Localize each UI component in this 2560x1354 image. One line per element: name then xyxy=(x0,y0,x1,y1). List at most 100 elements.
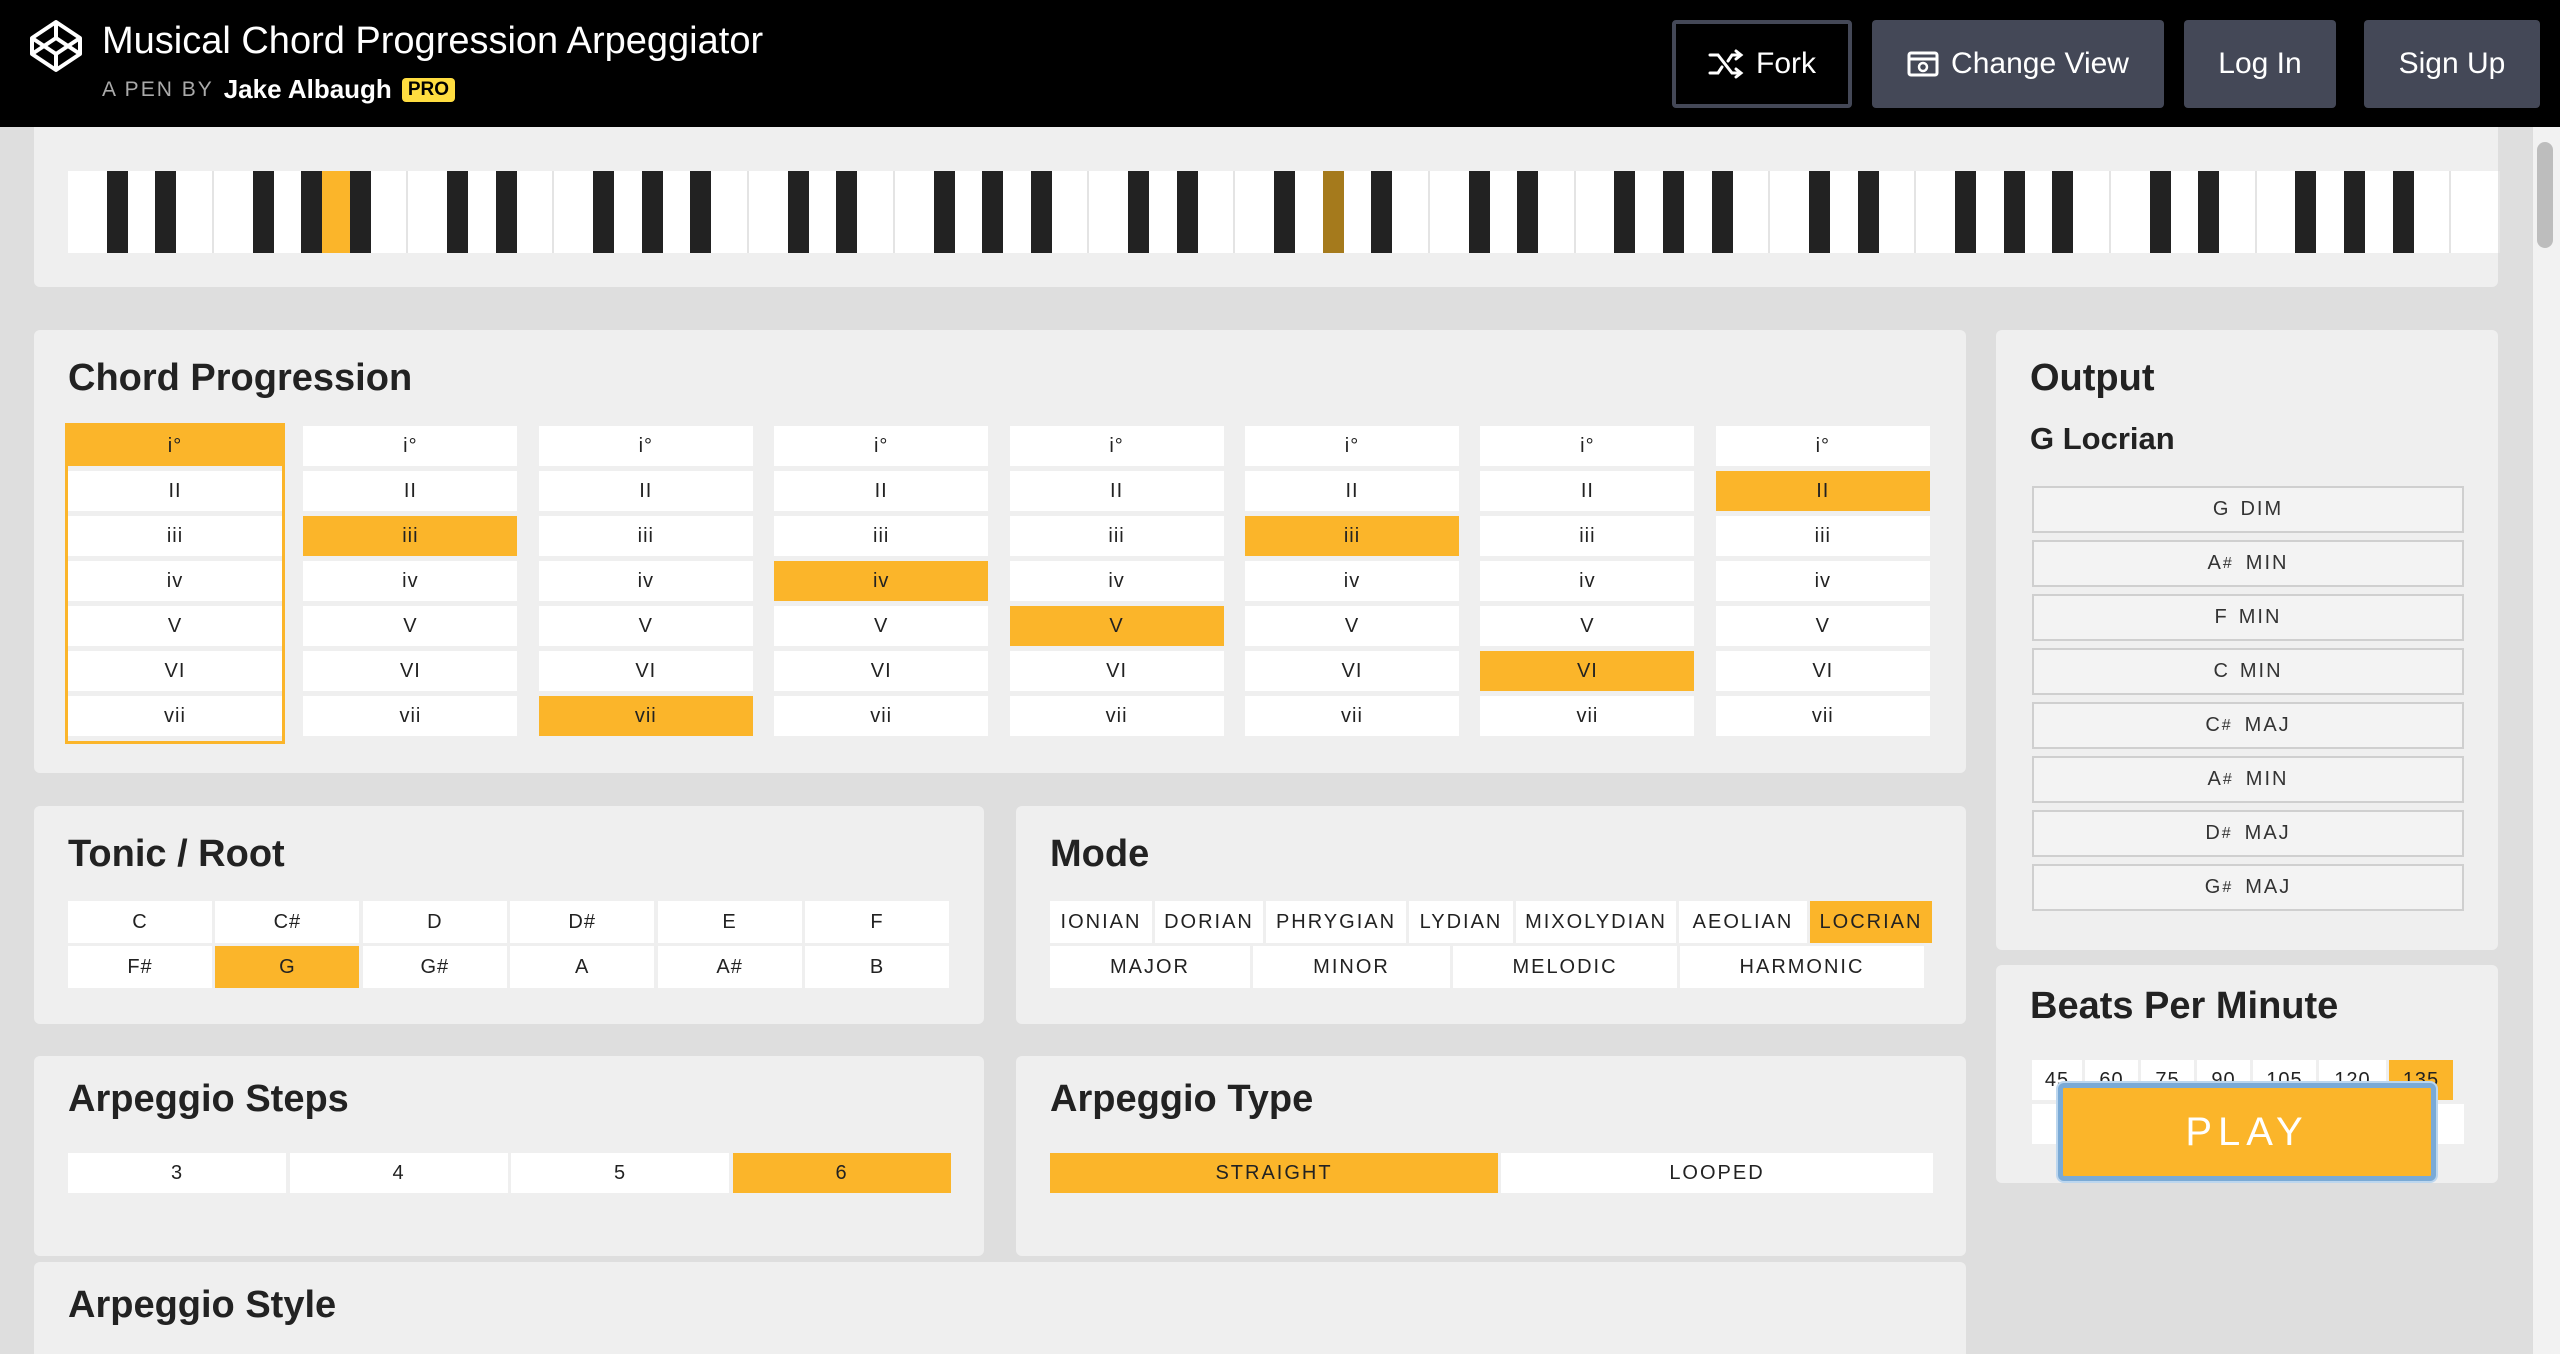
piano-black-key[interactable] xyxy=(1176,171,1198,253)
piano-black-key[interactable] xyxy=(787,171,809,253)
mode-button[interactable]: IONIAN xyxy=(1050,901,1152,943)
chord-option[interactable]: i° xyxy=(303,426,518,466)
arpeggio-steps-button[interactable]: 6 xyxy=(732,1153,951,1193)
chord-option[interactable]: iv xyxy=(1480,561,1695,601)
chord-option[interactable]: i° xyxy=(1009,426,1224,466)
tonic-button[interactable]: F# xyxy=(68,946,212,988)
arpeggio-type-button[interactable]: STRAIGHT xyxy=(1050,1153,1498,1193)
tonic-button[interactable]: D# xyxy=(510,901,655,943)
piano-black-key[interactable] xyxy=(1128,171,1150,253)
mode-button[interactable]: MIXOLYDIAN xyxy=(1516,901,1676,943)
chord-option[interactable]: i° xyxy=(774,426,989,466)
tonic-button[interactable]: C xyxy=(68,901,212,943)
chord-option[interactable]: iv xyxy=(68,561,282,601)
mode-button[interactable]: AEOLIAN xyxy=(1679,901,1807,943)
login-button[interactable]: Log In xyxy=(2184,20,2336,108)
chord-option[interactable]: i° xyxy=(1245,426,1459,466)
arpeggio-steps-button[interactable]: 4 xyxy=(289,1153,508,1193)
chord-option[interactable]: VI xyxy=(1009,651,1224,691)
chord-option[interactable]: V xyxy=(303,606,518,646)
piano-black-key[interactable] xyxy=(1663,171,1685,253)
piano-black-key[interactable] xyxy=(1274,171,1295,253)
chord-option[interactable]: iv xyxy=(1245,561,1459,601)
chord-option[interactable]: iii xyxy=(1480,516,1695,556)
piano-black-key[interactable] xyxy=(106,171,128,253)
piano-black-key[interactable] xyxy=(252,171,274,253)
chord-option[interactable]: II xyxy=(303,471,518,511)
piano-black-key[interactable] xyxy=(2052,171,2074,253)
piano-black-key[interactable] xyxy=(2392,171,2414,253)
piano-black-key[interactable] xyxy=(933,171,955,253)
chord-option[interactable]: V xyxy=(1009,606,1224,646)
tonic-button[interactable]: G# xyxy=(362,946,507,988)
chord-option[interactable]: VI xyxy=(68,651,282,691)
tonic-button[interactable]: D xyxy=(362,901,507,943)
piano-black-key[interactable] xyxy=(1809,171,1831,253)
signup-button[interactable]: Sign Up xyxy=(2364,20,2540,108)
arpeggio-steps-button[interactable]: 5 xyxy=(511,1153,729,1193)
tonic-button[interactable]: A xyxy=(510,946,655,988)
chord-option[interactable]: V xyxy=(774,606,989,646)
chord-option[interactable]: II xyxy=(68,471,282,511)
piano-black-key[interactable] xyxy=(2003,171,2025,253)
chord-option[interactable]: II xyxy=(774,471,989,511)
scale-button[interactable]: MAJOR xyxy=(1050,946,1250,988)
chord-option[interactable]: II xyxy=(538,471,753,511)
piano-black-key[interactable] xyxy=(1857,171,1879,253)
chord-option[interactable]: iv xyxy=(1009,561,1224,601)
tonic-button[interactable]: E xyxy=(657,901,802,943)
piano-black-key[interactable] xyxy=(2149,171,2171,253)
chord-option[interactable]: iii xyxy=(303,516,518,556)
chord-option[interactable]: i° xyxy=(68,426,282,466)
chord-option[interactable]: iii xyxy=(68,516,282,556)
tonic-button[interactable]: F xyxy=(805,901,949,943)
piano-black-key[interactable] xyxy=(447,171,469,253)
chord-option[interactable]: VI xyxy=(1245,651,1459,691)
chord-option[interactable]: iii xyxy=(1715,516,1930,556)
mode-button[interactable]: LYDIAN xyxy=(1409,901,1513,943)
chord-option[interactable]: i° xyxy=(1715,426,1930,466)
scale-button[interactable]: HARMONIC xyxy=(1680,946,1924,988)
chord-option[interactable]: iv xyxy=(774,561,989,601)
piano-black-key[interactable] xyxy=(593,171,615,253)
piano-black-key[interactable] xyxy=(690,171,712,253)
piano-black-key[interactable] xyxy=(301,171,323,253)
chord-option[interactable]: V xyxy=(538,606,753,646)
chord-option[interactable]: VI xyxy=(774,651,989,691)
chord-option[interactable]: vii xyxy=(1245,696,1459,736)
piano-black-key[interactable] xyxy=(1517,171,1539,253)
author-link[interactable]: Jake Albaugh xyxy=(224,74,392,105)
chord-option[interactable]: VI xyxy=(1715,651,1930,691)
piano-black-key[interactable] xyxy=(1030,171,1052,253)
play-button[interactable]: PLAY xyxy=(2058,1083,2436,1181)
chord-option[interactable]: II xyxy=(1480,471,1695,511)
chord-option[interactable]: II xyxy=(1245,471,1459,511)
piano-black-key[interactable] xyxy=(641,171,663,253)
chord-option[interactable]: iii xyxy=(1245,516,1459,556)
scrollbar-thumb[interactable] xyxy=(2537,142,2553,248)
piano-black-key[interactable] xyxy=(982,171,1004,253)
chord-option[interactable]: vii xyxy=(303,696,518,736)
chord-option[interactable]: vii xyxy=(1715,696,1930,736)
chord-option[interactable]: iii xyxy=(538,516,753,556)
piano-white-key[interactable] xyxy=(2451,171,2500,253)
codepen-logo-icon[interactable] xyxy=(28,18,84,74)
mode-button[interactable]: DORIAN xyxy=(1155,901,1263,943)
arpeggio-type-button[interactable]: LOOPED xyxy=(1501,1153,1933,1193)
mode-button[interactable]: LOCRIAN xyxy=(1810,901,1932,943)
tonic-button[interactable]: G xyxy=(215,946,360,988)
chord-option[interactable]: iii xyxy=(1009,516,1224,556)
chord-option[interactable]: iv xyxy=(1715,561,1930,601)
piano-black-key[interactable] xyxy=(1954,171,1976,253)
scrollbar-track[interactable] xyxy=(2532,127,2560,1354)
piano-black-key[interactable] xyxy=(2295,171,2317,253)
piano-black-key[interactable] xyxy=(2198,171,2220,253)
piano-black-key[interactable] xyxy=(1371,171,1393,253)
chord-option[interactable]: vii xyxy=(774,696,989,736)
piano-black-key[interactable] xyxy=(1614,171,1636,253)
chord-option[interactable]: II xyxy=(1009,471,1224,511)
tonic-button[interactable]: C# xyxy=(215,901,360,943)
chord-option[interactable]: i° xyxy=(538,426,753,466)
scale-button[interactable]: MELODIC xyxy=(1453,946,1677,988)
chord-option[interactable]: V xyxy=(68,606,282,646)
